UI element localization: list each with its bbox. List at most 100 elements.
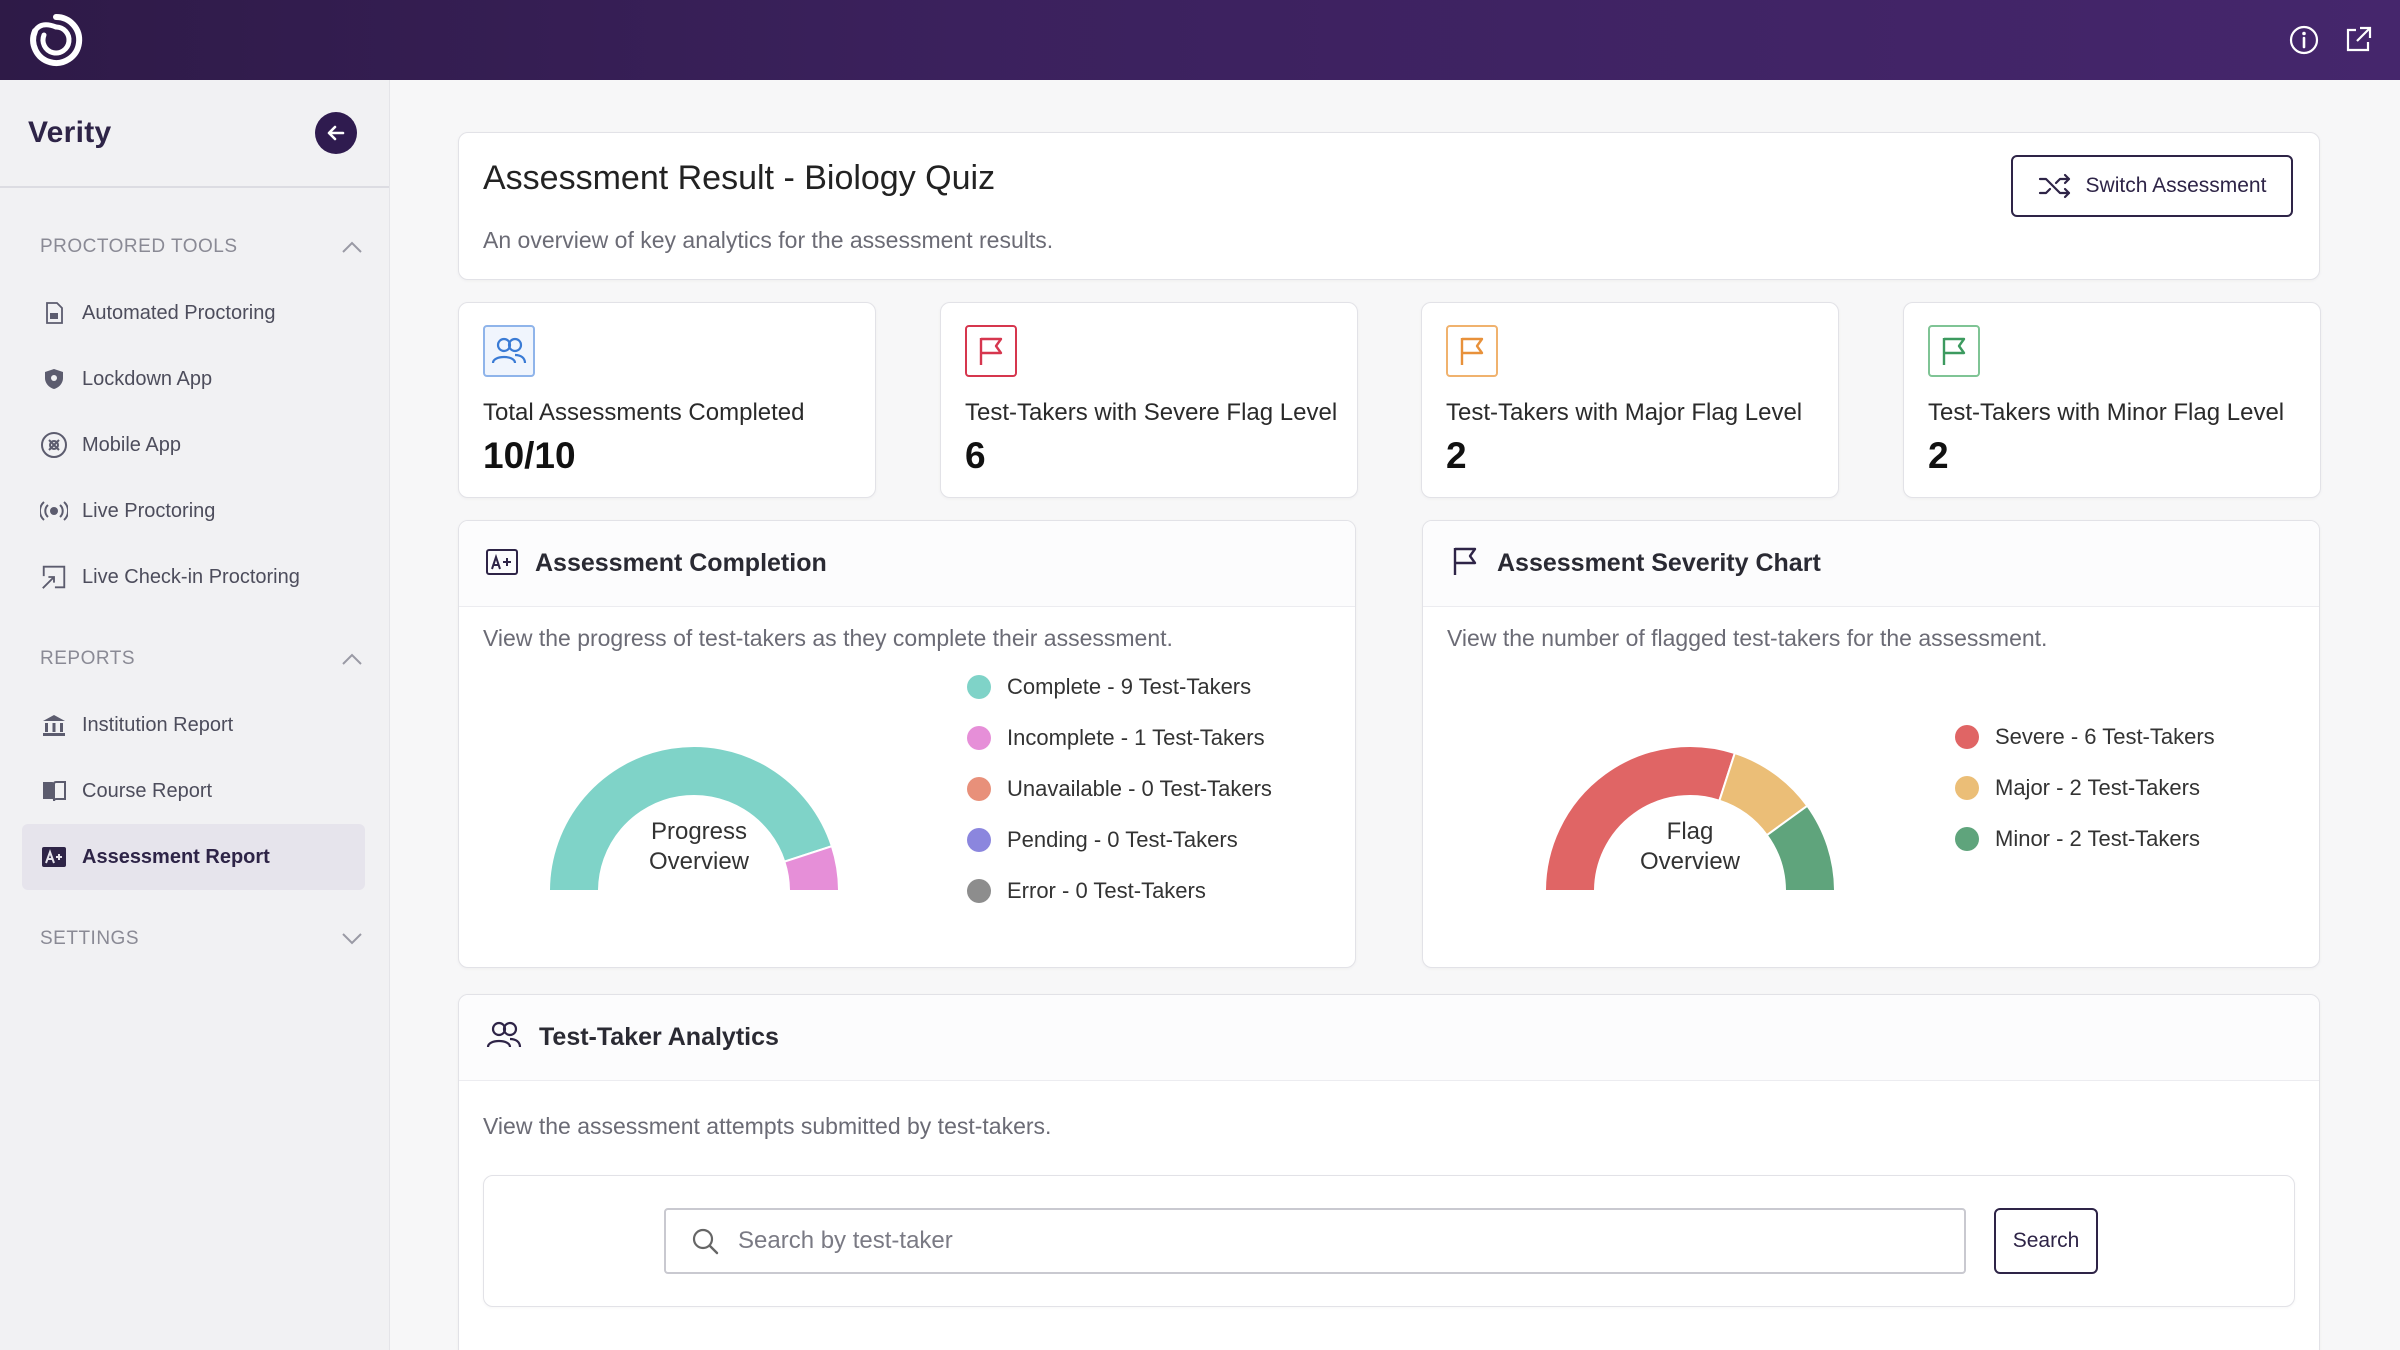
sidebar-item-live-check-in-proctoring[interactable]: Live Check-in Proctoring bbox=[22, 544, 365, 610]
section-label: REPORTS bbox=[40, 648, 136, 669]
stat-value: 10/10 bbox=[483, 435, 576, 476]
sidebar-item-label: Mobile App bbox=[82, 433, 181, 456]
stat-label: Total Assessments Completed bbox=[483, 399, 805, 426]
sidebar-item-label: Institution Report bbox=[82, 713, 234, 736]
gauge-label-line: Progress bbox=[650, 818, 748, 845]
legend-label: Complete - 9 Test-Takers bbox=[1007, 673, 1252, 699]
sidebar-item-label: Assessment Report bbox=[82, 845, 270, 868]
stat-value: 2 bbox=[1928, 435, 1949, 476]
shield-icon bbox=[40, 365, 68, 393]
page-title: Assessment Result - Biology Quiz bbox=[483, 159, 996, 197]
panel-title: Assessment Completion bbox=[535, 549, 827, 577]
section-label: SETTINGS bbox=[40, 928, 140, 949]
collapse-sidebar-button[interactable] bbox=[315, 112, 357, 154]
gauge-label: Flag Overview bbox=[1610, 817, 1770, 877]
institution-icon bbox=[40, 711, 68, 739]
search-field[interactable] bbox=[664, 1208, 1966, 1274]
sidebar-item-label: Live Check-in Proctoring bbox=[82, 565, 300, 588]
legend-item: Severe - 6 Test-Takers bbox=[1955, 711, 2215, 762]
gauge-label-line: Overview bbox=[648, 848, 750, 875]
sidebar-item-lockdown-app[interactable]: Lockdown App bbox=[22, 346, 365, 412]
legend-dot bbox=[967, 776, 991, 801]
shuffle-icon bbox=[2038, 173, 2070, 199]
search-button[interactable]: Search bbox=[1994, 1208, 2098, 1274]
severity-legend: Severe - 6 Test-Takers Major - 2 Test-Ta… bbox=[1955, 711, 2215, 864]
stat-card-major-flag: Test-Takers with Major Flag Level 2 bbox=[1421, 302, 1839, 498]
legend-label: Error - 0 Test-Takers bbox=[1007, 877, 1206, 903]
legend-item: Major - 2 Test-Takers bbox=[1955, 762, 2215, 813]
legend-label: Major - 2 Test-Takers bbox=[1995, 774, 2200, 800]
assessment-icon bbox=[40, 843, 68, 871]
sidebar-item-institution-report[interactable]: Institution Report bbox=[22, 692, 365, 758]
legend-item: Incomplete - 1 Test-Takers bbox=[967, 712, 1272, 763]
page-subtitle: An overview of key analytics for the ass… bbox=[483, 227, 1054, 253]
assessment-severity-panel: Assessment Severity Chart View the numbe… bbox=[1422, 520, 2320, 968]
sidebar-item-label: Live Proctoring bbox=[82, 499, 216, 522]
stat-label: Test-Takers with Severe Flag Level bbox=[965, 399, 1338, 426]
test-taker-analytics-panel: Test-Taker Analytics View the assessment… bbox=[458, 994, 2320, 1350]
section-proctored-tools[interactable]: PROCTORED TOOLS bbox=[0, 214, 389, 280]
check-in-icon bbox=[40, 563, 68, 591]
legend-dot bbox=[967, 878, 991, 903]
sidebar-item-course-report[interactable]: Course Report bbox=[22, 758, 365, 824]
stat-label: Test-Takers with Minor Flag Level bbox=[1928, 399, 2285, 426]
sidebar-item-assessment-report[interactable]: Assessment Report bbox=[22, 824, 365, 890]
flag-icon bbox=[1449, 545, 1481, 582]
gauge-label-line: Flag bbox=[1666, 818, 1714, 845]
legend-dot bbox=[1955, 826, 1979, 851]
external-link-icon[interactable] bbox=[2342, 24, 2374, 56]
flag-gauge bbox=[1543, 745, 1837, 892]
legend-label: Unavailable - 0 Test-Takers bbox=[1007, 775, 1272, 801]
sidebar-item-automated-proctoring[interactable]: Automated Proctoring bbox=[22, 280, 365, 346]
legend-item: Unavailable - 0 Test-Takers bbox=[967, 763, 1272, 814]
sidebar-item-live-proctoring[interactable]: Live Proctoring bbox=[22, 478, 365, 544]
top-bar bbox=[0, 0, 2400, 80]
legend-label: Pending - 0 Test-Takers bbox=[1007, 826, 1238, 852]
legend-dot bbox=[1955, 775, 1979, 800]
broadcast-icon bbox=[40, 497, 68, 525]
progress-gauge bbox=[547, 745, 841, 892]
assessment-icon bbox=[485, 546, 519, 581]
arrow-left-icon bbox=[327, 125, 345, 141]
legend-dot bbox=[967, 827, 991, 852]
panel-header: Assessment Severity Chart bbox=[1423, 521, 2319, 607]
completion-legend: Complete - 9 Test-Takers Incomplete - 1 … bbox=[967, 661, 1272, 916]
gauge-label: Progress Overview bbox=[619, 817, 779, 877]
legend-item: Minor - 2 Test-Takers bbox=[1955, 813, 2215, 864]
legend-item: Complete - 9 Test-Takers bbox=[967, 661, 1272, 712]
legend-dot bbox=[967, 674, 991, 699]
chevron-down-icon bbox=[342, 933, 362, 945]
users-icon bbox=[483, 325, 535, 377]
stat-value: 6 bbox=[965, 435, 986, 476]
legend-label: Minor - 2 Test-Takers bbox=[1995, 825, 2200, 851]
gauge-label-line: Overview bbox=[1639, 848, 1741, 875]
chevron-up-icon bbox=[342, 653, 362, 665]
sidebar-item-label: Course Report bbox=[82, 779, 213, 802]
stat-card-severe-flag: Test-Takers with Severe Flag Level 6 bbox=[940, 302, 1358, 498]
document-scan-icon bbox=[40, 299, 68, 327]
legend-label: Severe - 6 Test-Takers bbox=[1995, 723, 2215, 749]
flag-icon bbox=[1928, 325, 1980, 377]
search-container: Search bbox=[483, 1175, 2295, 1307]
sidebar-item-mobile-app[interactable]: Mobile App bbox=[22, 412, 365, 478]
panel-description: View the progress of test-takers as they… bbox=[483, 625, 1173, 651]
brand-name: Verity bbox=[28, 116, 112, 149]
section-settings[interactable]: SETTINGS bbox=[0, 906, 389, 972]
panel-header: Assessment Completion bbox=[459, 521, 1355, 607]
stat-card-total-completed: Total Assessments Completed 10/10 bbox=[458, 302, 876, 498]
users-icon bbox=[485, 1020, 523, 1055]
assessment-completion-panel: Assessment Completion View the progress … bbox=[458, 520, 1356, 968]
switch-assessment-button[interactable]: Switch Assessment bbox=[2011, 155, 2293, 217]
info-icon[interactable] bbox=[2288, 24, 2320, 56]
search-icon bbox=[692, 1228, 719, 1255]
legend-item: Error - 0 Test-Takers bbox=[967, 865, 1272, 916]
brand-row: Verity bbox=[0, 80, 389, 188]
swirl-logo-icon[interactable] bbox=[26, 10, 86, 70]
section-reports[interactable]: REPORTS bbox=[0, 626, 389, 692]
stat-label: Test-Takers with Major Flag Level bbox=[1446, 399, 1803, 426]
sidebar-item-label: Automated Proctoring bbox=[82, 301, 276, 324]
search-input[interactable] bbox=[738, 1227, 1938, 1255]
panel-description: View the number of flagged test-takers f… bbox=[1447, 625, 2048, 651]
sidebar: Verity PROCTORED TOOLS Automated Proctor… bbox=[0, 80, 390, 1350]
flag-icon bbox=[965, 325, 1017, 377]
